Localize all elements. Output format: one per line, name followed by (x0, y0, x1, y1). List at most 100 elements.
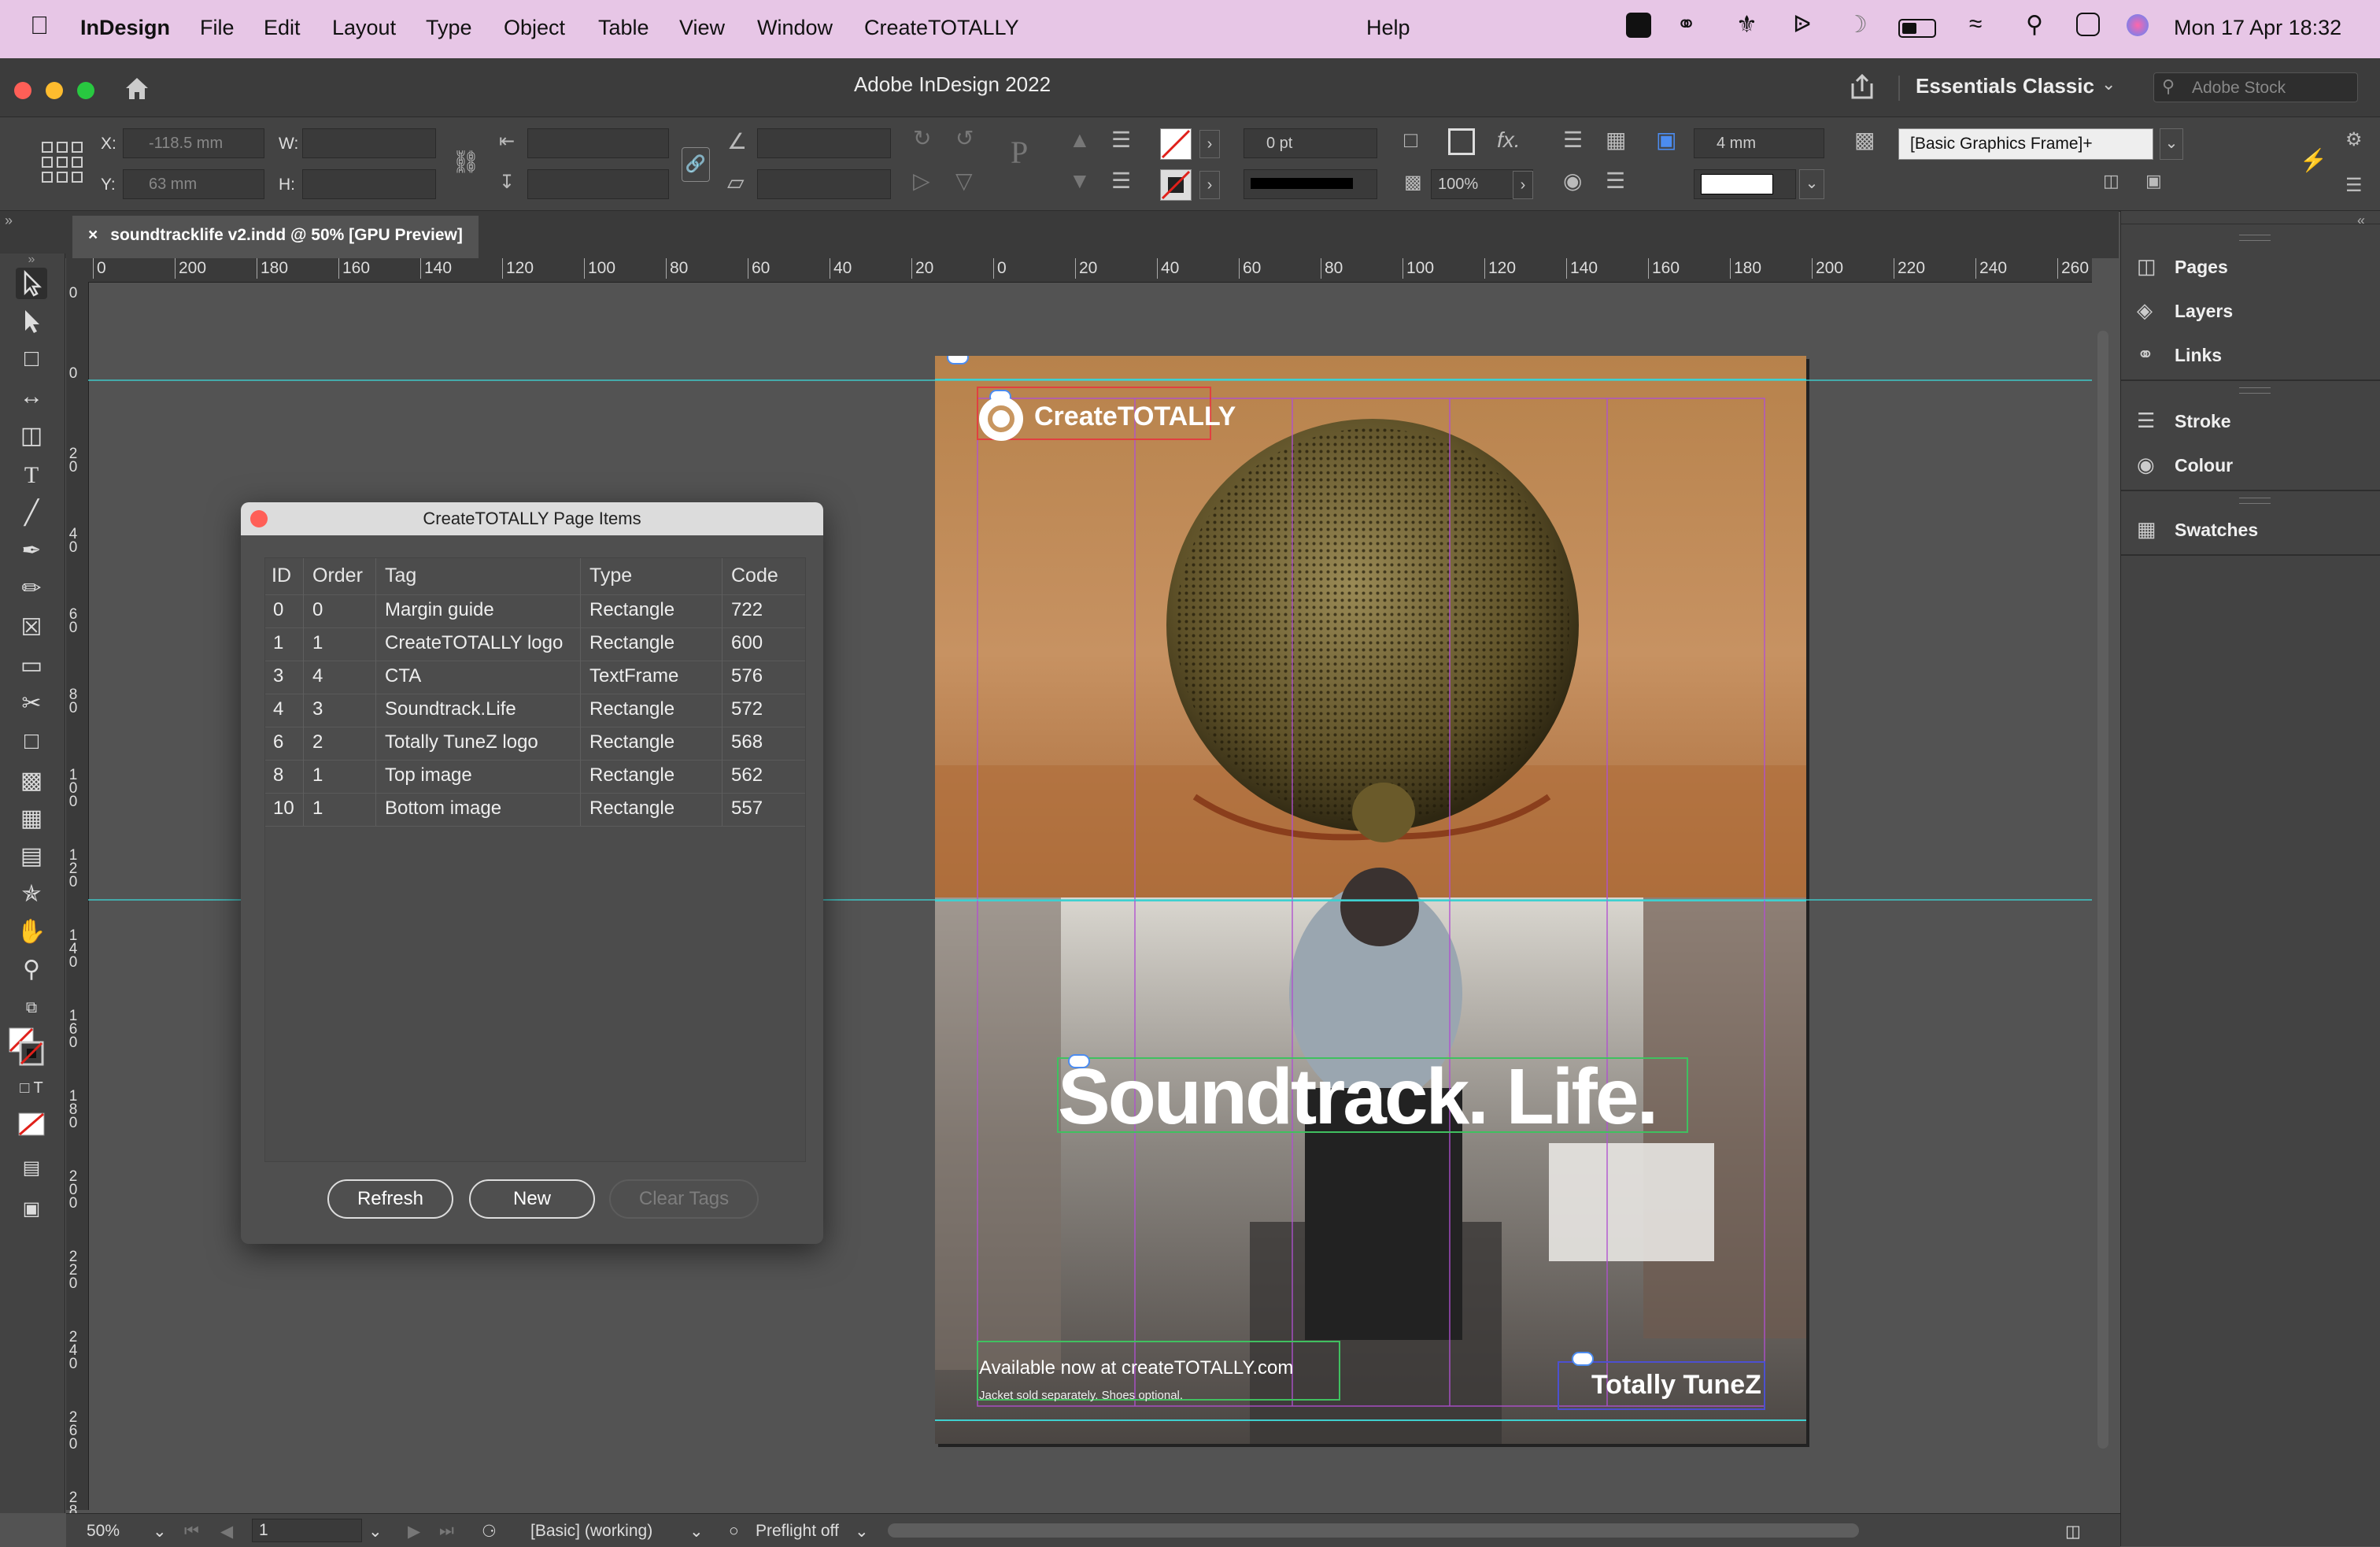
default-fill-stroke-icon[interactable]: ⧉ (16, 992, 47, 1023)
wifi-icon[interactable]: ≈ (1969, 11, 1982, 38)
menu-file[interactable]: File (200, 16, 235, 40)
table-row[interactable]: 0 0 Margin guide Rectangle 722 (265, 594, 805, 628)
stroke-type-dropdown[interactable] (1244, 169, 1377, 199)
previous-page-icon[interactable]: ◀ (220, 1522, 233, 1541)
line-tool-icon[interactable]: ╱ (16, 498, 47, 529)
last-page-icon[interactable]: ⏭ (439, 1522, 454, 1541)
link-proportions-icon[interactable]: 🔗 (682, 147, 710, 182)
opacity-menu-button[interactable]: › (1513, 171, 1533, 199)
menu-table[interactable]: Table (598, 16, 649, 40)
text-wrap-none-icon[interactable]: ☰ (1563, 128, 1583, 152)
gear-icon[interactable]: ⚙ (2345, 128, 2363, 152)
rotate-field[interactable] (757, 128, 891, 158)
y-field[interactable]: 63 mm (123, 169, 264, 199)
direct-selection-tool-icon[interactable] (16, 305, 47, 337)
column-header-id[interactable]: ID (272, 564, 291, 587)
select-container-icon[interactable]: ▲ (1069, 128, 1091, 152)
h-field[interactable] (302, 169, 436, 199)
page-tool-icon[interactable]: □ (16, 343, 47, 375)
panel-menu-icon[interactable]: ☰ (2345, 174, 2363, 198)
fill-swatch[interactable] (1160, 128, 1192, 160)
close-tab-icon[interactable]: × (88, 226, 98, 244)
x-field[interactable]: -118.5 mm (123, 128, 264, 158)
control-center-icon[interactable] (2076, 13, 2100, 36)
chevron-down-icon[interactable]: ⌄ (855, 1522, 869, 1541)
cc-sync-icon[interactable]: ⚭ (1676, 11, 1696, 39)
close-dialog-button[interactable] (250, 510, 268, 527)
creative-cloud-icon[interactable] (1626, 13, 1651, 38)
menu-type[interactable]: Type (426, 16, 472, 40)
share-icon[interactable] (1848, 72, 1876, 101)
stroke-align-icon[interactable] (1448, 128, 1475, 155)
effects-icon[interactable]: fx. (1497, 128, 1521, 152)
next-page-icon[interactable]: ▶ (408, 1522, 420, 1541)
page-number-field[interactable]: 1 (252, 1519, 362, 1542)
chevron-down-icon[interactable]: ⌄ (1799, 169, 1824, 199)
stroke-panel-tab[interactable]: ☰ Stroke (2137, 403, 2231, 438)
select-next-icon[interactable]: ☰ (1111, 169, 1131, 193)
rectangle-frame-tool-icon[interactable]: ☒ (16, 613, 47, 644)
gap-tool-icon[interactable]: ↔ (16, 381, 47, 413)
apply-none-icon[interactable] (16, 1108, 47, 1140)
chevron-down-icon[interactable]: ⌄ (368, 1522, 382, 1541)
selection-tool-icon[interactable] (16, 268, 47, 299)
frame-fitting-icon[interactable]: □ (1404, 128, 1417, 152)
collapse-panel-icon[interactable]: » (5, 213, 13, 229)
first-page-icon[interactable]: ⏮ (184, 1522, 199, 1541)
w-field[interactable] (302, 128, 436, 158)
colour-panel-tab[interactable]: ◉ Colour (2137, 447, 2233, 482)
menu-object[interactable]: Object (504, 16, 565, 40)
column-header-code[interactable]: Code (731, 564, 778, 587)
content-collector-icon[interactable]: ◫ (16, 420, 47, 452)
formatting-affects-icon[interactable]: □ T (16, 1072, 47, 1104)
zoom-tool-icon[interactable]: ⚲ (16, 954, 47, 986)
menu-view[interactable]: View (679, 16, 725, 40)
rectangle-tool-icon[interactable]: ▭ (16, 650, 47, 682)
status-icon[interactable]: ⚜ (1736, 11, 1757, 39)
lightning-icon[interactable]: ⚡ (2300, 149, 2327, 172)
panel-grip[interactable] (2239, 387, 2271, 394)
chevron-down-icon[interactable]: ⌄ (2101, 74, 2116, 94)
chevron-down-icon[interactable]: ⌄ (2160, 128, 2183, 160)
text-wrap-jump-icon[interactable]: ☰ (1606, 169, 1625, 193)
table-row[interactable]: 8 1 Top image Rectangle 562 (265, 760, 805, 794)
table-row[interactable]: 6 2 Totally TuneZ logo Rectangle 568 (265, 727, 805, 761)
open-page-icon[interactable]: ⚆ (482, 1522, 497, 1541)
rotate-cw-icon[interactable]: ↻ (913, 127, 931, 150)
panel-grip[interactable] (2239, 498, 2271, 504)
horizontal-ruler[interactable]: 0 200 180 160 140 120 100 80 60 40 20 0 20 40 60 80 100 1… (71, 258, 2171, 283)
menu-edit[interactable]: Edit (264, 16, 301, 40)
paragraph-icon[interactable]: P (1011, 137, 1028, 168)
layers-panel-tab[interactable]: ◈ Layers (2137, 293, 2233, 328)
corner-shape-dropdown[interactable] (1694, 169, 1796, 199)
rotate-ccw-icon[interactable]: ↺ (955, 127, 974, 150)
swatches-panel-tab[interactable]: ▦ Swatches (2137, 512, 2258, 546)
refresh-button[interactable]: Refresh (327, 1179, 453, 1219)
scale-x-field[interactable] (527, 128, 669, 158)
select-previous-icon[interactable]: ☰ (1111, 128, 1131, 152)
workspace-switcher[interactable]: Essentials Classic (1916, 74, 2094, 98)
screen-mode-icon[interactable]: ▤ (16, 1153, 47, 1184)
menu-createtotally[interactable]: CreateTOTALLY (864, 16, 1019, 40)
scissors-tool-icon[interactable]: ✂ (16, 688, 47, 720)
preview-mode-icon[interactable]: ▣ (16, 1194, 47, 1225)
siri-icon[interactable] (2127, 14, 2149, 36)
table-row[interactable]: 4 3 Soundtrack.Life Rectangle 572 (265, 694, 805, 727)
collapse-dock-icon[interactable]: « (2357, 213, 2365, 229)
stroke-weight-field[interactable]: 0 pt (1244, 128, 1377, 158)
apple-icon[interactable]:  (30, 11, 49, 40)
gradient-swatch-tool-icon[interactable]: ▩ (16, 765, 47, 797)
document-tab[interactable]: × soundtracklife v2.indd @ 50% [GPU Previ… (72, 216, 479, 258)
pages-panel-tab[interactable]: ◫ Pages (2137, 249, 2228, 283)
menu-window[interactable]: Window (757, 16, 833, 40)
vertical-ruler[interactable]: 0020406080100120140160180200220240260280 (66, 282, 89, 1532)
preflight-profile[interactable]: [Basic] (working) (530, 1522, 652, 1541)
stroke-swatch[interactable] (1160, 169, 1192, 201)
text-wrap-shape-icon[interactable]: ◉ (1563, 169, 1582, 193)
clear-attributes-icon[interactable]: ▣ (2145, 169, 2162, 193)
corner-size-field[interactable]: 4 mm (1694, 128, 1824, 158)
split-layout-icon[interactable]: ◫ (2065, 1522, 2081, 1541)
text-wrap-box-icon[interactable]: ▦ (1606, 128, 1626, 152)
hand-tool-icon[interactable]: ✋ (16, 916, 47, 948)
menu-help[interactable]: Help (1366, 16, 1410, 40)
